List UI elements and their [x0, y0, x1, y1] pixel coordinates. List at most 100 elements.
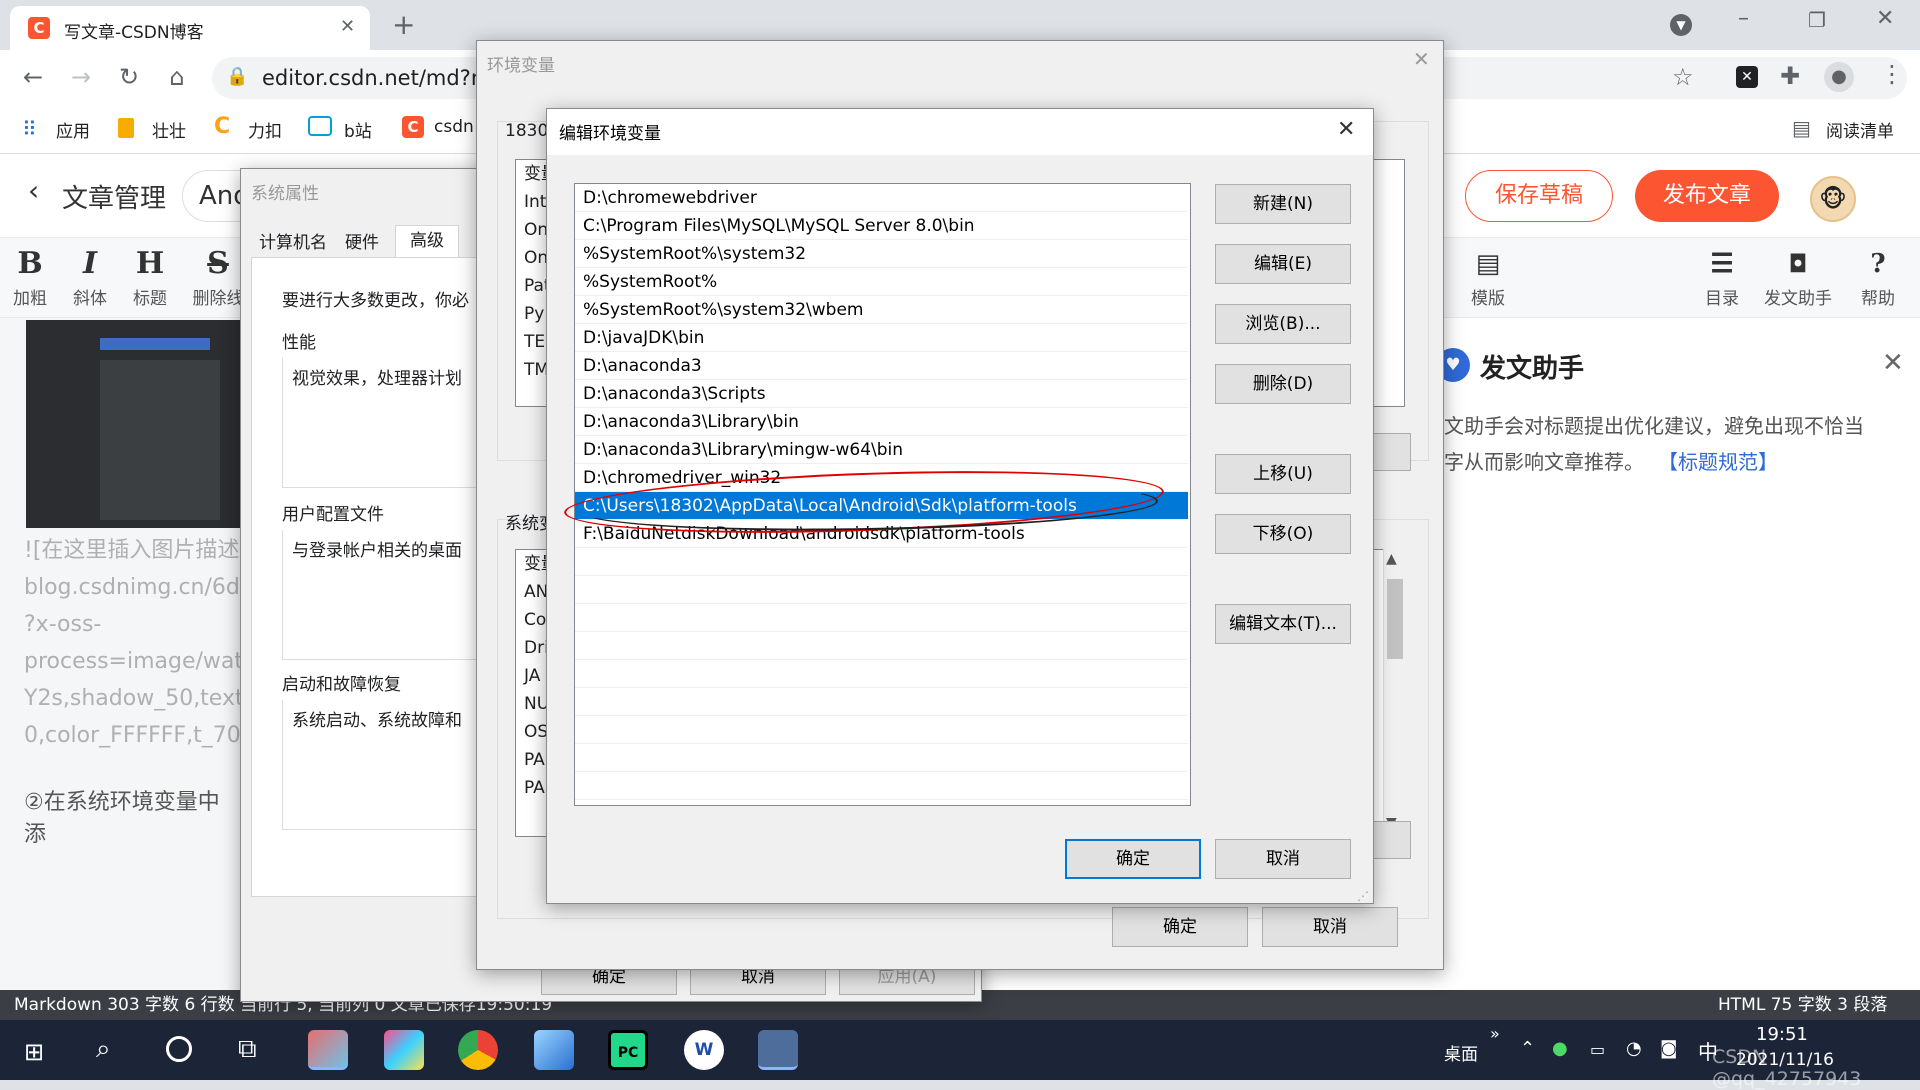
- chrome-app-icon[interactable]: [458, 1030, 498, 1070]
- reading-list[interactable]: 阅读清单: [1826, 117, 1894, 142]
- tab-hardware[interactable]: 硬件: [335, 229, 389, 257]
- scroll-thumb[interactable]: [1387, 579, 1403, 659]
- path-entry[interactable]: %SystemRoot%\system32\wbem: [575, 296, 1188, 324]
- help-tool[interactable]: ? 帮助: [1856, 244, 1900, 309]
- extension-x-icon[interactable]: ✕: [1736, 66, 1758, 88]
- italic-tool[interactable]: I 斜体: [70, 244, 110, 309]
- toc-tool[interactable]: ☰ 目录: [1700, 244, 1744, 309]
- system-settings-app-icon[interactable]: [758, 1030, 798, 1070]
- back-chevron-icon[interactable]: ‹: [28, 174, 39, 207]
- browser-tab[interactable]: C 写文章-CSDN博客 ✕: [10, 6, 370, 50]
- edit-env-ok-button[interactable]: 确定: [1065, 839, 1201, 879]
- edit-env-close-icon[interactable]: ✕: [1337, 117, 1355, 142]
- path-entry[interactable]: [575, 772, 1188, 800]
- clock-time[interactable]: 19:51: [1756, 1024, 1808, 1045]
- path-entry[interactable]: D:\anaconda3\Library\mingw-w64\bin: [575, 436, 1188, 464]
- path-entry[interactable]: [575, 632, 1188, 660]
- bold-tool[interactable]: B 加粗: [10, 244, 50, 309]
- bookmark-star-icon[interactable]: ☆: [1672, 63, 1694, 91]
- tab-advanced[interactable]: 高级: [395, 225, 459, 257]
- startup-label: 启动和故障恢复: [282, 675, 401, 695]
- path-entry[interactable]: [575, 576, 1188, 604]
- reload-icon[interactable]: ↻: [112, 62, 146, 92]
- assistant-tool[interactable]: ◘ 发文助手: [1760, 244, 1836, 309]
- photos-app-icon[interactable]: [384, 1030, 424, 1070]
- path-entry[interactable]: [575, 688, 1188, 716]
- publish-button[interactable]: 发布文章: [1635, 170, 1779, 222]
- menu-dots-icon[interactable]: ⋮: [1880, 60, 1904, 88]
- tab-search-icon[interactable]: ▼: [1670, 14, 1692, 36]
- task-view-icon[interactable]: ⧉: [238, 1034, 257, 1065]
- status-right: HTML 75 字数 3 段落: [1718, 995, 1888, 1015]
- title-rules-link[interactable]: 【标题规范】: [1658, 446, 1778, 475]
- path-entry[interactable]: [575, 604, 1188, 632]
- assistant-close-icon[interactable]: ✕: [1882, 348, 1904, 378]
- path-entry[interactable]: [575, 548, 1188, 576]
- markdown-pane[interactable]: ![在这里插入图片描述 blog.csdnimg.cn/6d54 ?x-oss-…: [0, 318, 268, 990]
- tab-computer-name[interactable]: 计算机名: [251, 229, 335, 257]
- path-entry[interactable]: C:\Program Files\MySQL\MySQL Server 8.0\…: [575, 212, 1188, 240]
- path-entry[interactable]: %SystemRoot%: [575, 268, 1188, 296]
- pycharm-app-icon[interactable]: PC: [608, 1030, 648, 1070]
- resize-grip-icon[interactable]: ⋰: [1357, 889, 1369, 903]
- path-entry[interactable]: %SystemRoot%\system32: [575, 240, 1188, 268]
- wechat-tray-icon[interactable]: ●: [1552, 1038, 1568, 1059]
- template-tool[interactable]: ▤ 模版: [1466, 244, 1510, 309]
- envvars-ok-button[interactable]: 确定: [1112, 907, 1248, 947]
- path-entry[interactable]: [575, 660, 1188, 688]
- user-avatar[interactable]: 🐵: [1810, 176, 1856, 222]
- home-icon[interactable]: ⌂: [160, 62, 194, 92]
- bookmark-zhuang[interactable]: 壮壮: [152, 117, 186, 142]
- perf-label: 性能: [282, 333, 316, 353]
- heading-tool[interactable]: H 标题: [130, 244, 170, 309]
- restore-icon[interactable]: ❐: [1808, 8, 1826, 32]
- path-entry[interactable]: D:\javaJDK\bin: [575, 324, 1188, 352]
- path-entry[interactable]: D:\anaconda3: [575, 352, 1188, 380]
- bookmark-bilibili[interactable]: b站: [344, 117, 372, 142]
- path-entry[interactable]: D:\chromewebdriver: [575, 184, 1188, 212]
- move-up-button[interactable]: 上移(U): [1215, 454, 1351, 494]
- delete-button[interactable]: 删除(D): [1215, 364, 1351, 404]
- envvars-close-icon[interactable]: ✕: [1413, 47, 1430, 71]
- windows-start-icon[interactable]: ⊞: [24, 1038, 44, 1066]
- wifi-icon[interactable]: ◔: [1626, 1038, 1642, 1059]
- notepad-app-icon[interactable]: [534, 1030, 574, 1070]
- article-manage-link[interactable]: 文章管理: [62, 178, 166, 215]
- scroll-up-icon[interactable]: ▲: [1386, 551, 1397, 567]
- strikethrough-tool[interactable]: S 删除线: [190, 244, 246, 309]
- path-entry[interactable]: [575, 716, 1188, 744]
- browse-button[interactable]: 浏览(B)...: [1215, 304, 1351, 344]
- volume-icon[interactable]: ◙: [1660, 1038, 1677, 1059]
- bookmark-leetcode[interactable]: 力扣: [248, 117, 282, 142]
- tab-close-icon[interactable]: ✕: [340, 16, 355, 37]
- forward-arrow-icon[interactable]: →: [64, 62, 98, 92]
- tray-chevron-icon[interactable]: ⌃: [1520, 1038, 1535, 1059]
- new-button[interactable]: 新建(N): [1215, 184, 1351, 224]
- save-draft-button[interactable]: 保存草稿: [1465, 170, 1613, 222]
- search-icon[interactable]: ⌕: [96, 1034, 111, 1065]
- bookmark-apps[interactable]: 应用: [56, 117, 90, 142]
- minimize-icon[interactable]: –: [1738, 6, 1749, 31]
- wps-app-icon[interactable]: W: [684, 1030, 724, 1070]
- system-vars-scrollbar[interactable]: ▲ ▼: [1383, 549, 1405, 837]
- profile-avatar-icon[interactable]: ●: [1824, 62, 1854, 92]
- edit-env-cancel-button[interactable]: 取消: [1215, 839, 1351, 879]
- cortana-icon[interactable]: [166, 1036, 192, 1062]
- path-entry[interactable]: [575, 744, 1188, 772]
- new-tab-button[interactable]: +: [392, 8, 415, 41]
- path-entry[interactable]: D:\anaconda3\Library\bin: [575, 408, 1188, 436]
- paint-app-icon[interactable]: [308, 1030, 348, 1070]
- envvars-cancel-button[interactable]: 取消: [1262, 907, 1398, 947]
- path-entry[interactable]: D:\anaconda3\Scripts: [575, 380, 1188, 408]
- edit-text-button[interactable]: 编辑文本(T)...: [1215, 604, 1351, 644]
- startup-text: 系统启动、系统故障和: [292, 711, 462, 731]
- move-down-button[interactable]: 下移(O): [1215, 514, 1351, 554]
- extensions-puzzle-icon[interactable]: ✚: [1780, 62, 1800, 90]
- edit-button[interactable]: 编辑(E): [1215, 244, 1351, 284]
- back-arrow-icon[interactable]: ←: [16, 62, 50, 92]
- battery-icon[interactable]: ▭: [1590, 1040, 1605, 1059]
- window-close-icon[interactable]: ✕: [1876, 6, 1894, 31]
- toolbar-expand-icon[interactable]: »: [1490, 1024, 1500, 1043]
- desktop-label[interactable]: 桌面: [1444, 1040, 1478, 1065]
- bookmark-csdn[interactable]: csdn: [434, 117, 474, 137]
